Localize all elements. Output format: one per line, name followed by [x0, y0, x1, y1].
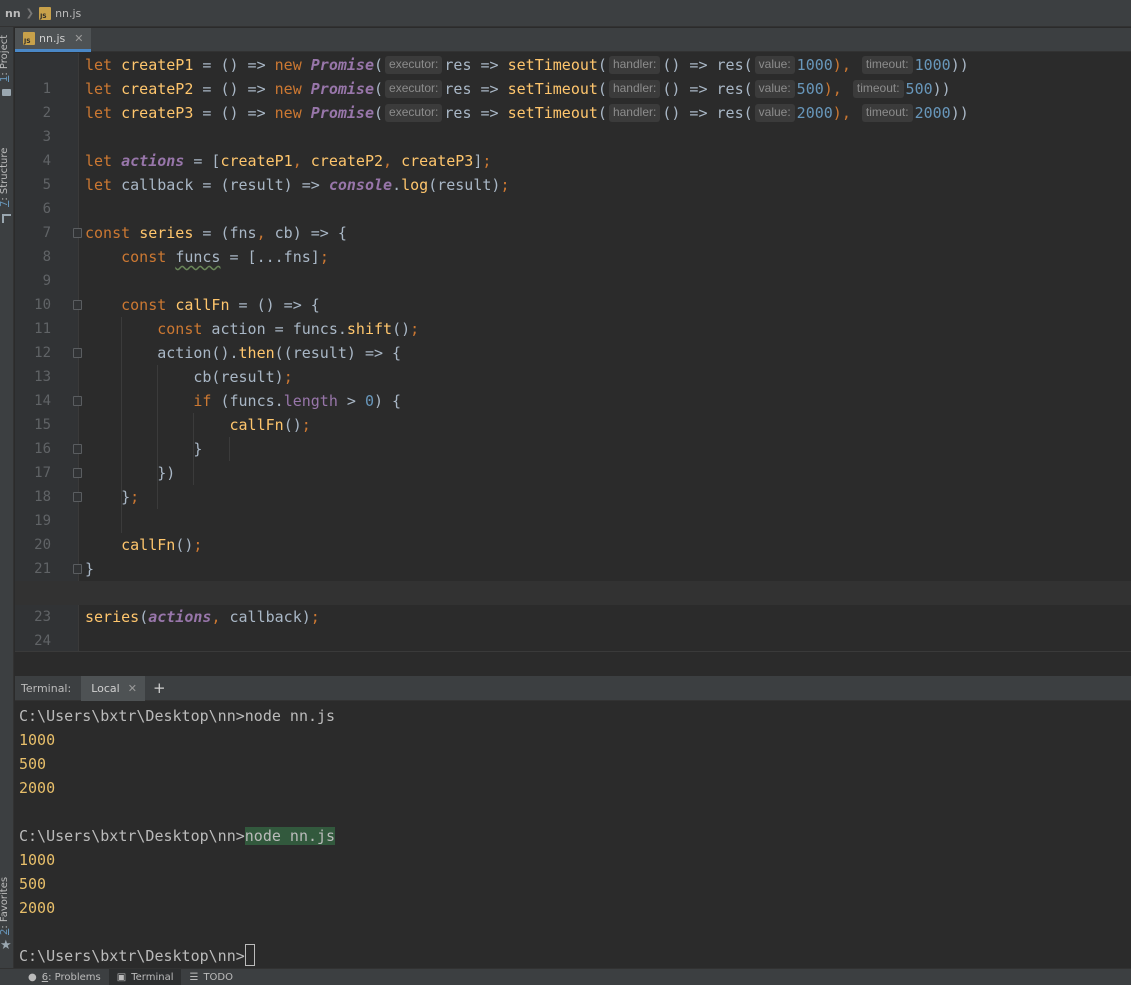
breadcrumb-file[interactable]: nn.js: [55, 7, 81, 20]
js-file-icon: [39, 6, 52, 20]
breadcrumb-separator-icon: ❯: [25, 7, 35, 19]
panel-splitter[interactable]: [15, 651, 1131, 675]
editor-tab-label: nn.js: [39, 32, 66, 45]
parameter-hint: timeout:: [861, 104, 913, 122]
terminal-output-line: 1000: [19, 731, 56, 749]
code-line: 13 action().then((result) => {: [34, 344, 402, 385]
code-line: 16 callFn();: [34, 416, 311, 457]
code-line: 15 if (funcs.length > 0) {: [34, 392, 402, 433]
parameter-hint: executor:: [385, 80, 443, 98]
code-line: 8 const series = (fns, cb) => {: [42, 224, 347, 265]
editor-tab-nn-js[interactable]: nn.js ✕: [15, 28, 92, 52]
project-tool-tab[interactable]: 1: Project: [0, 35, 10, 82]
parameter-hint: value:: [754, 104, 795, 122]
terminal-tool-button[interactable]: ▣ Terminal: [108, 968, 182, 985]
terminal-cursor: [244, 944, 255, 966]
parameter-hint: timeout:: [852, 80, 904, 98]
code-line: 4: [42, 153, 51, 169]
parameter-hint: handler:: [608, 56, 661, 74]
problems-icon: ●: [28, 971, 37, 983]
code-line: 12 const action = funcs.shift();: [34, 320, 420, 361]
code-line: 19 };: [34, 488, 140, 529]
terminal-tab-local[interactable]: Local ✕: [81, 675, 145, 701]
parameter-hint: timeout:: [861, 56, 913, 74]
terminal-output-line: 2000: [19, 779, 56, 797]
new-terminal-plus-icon[interactable]: +: [153, 679, 166, 697]
terminal-output[interactable]: C:\Users\bxtr\Desktop\nn>node nn.js 1000…: [15, 702, 1131, 968]
close-icon[interactable]: ✕: [74, 32, 83, 45]
code-line: 9 const funcs = [...fns];: [42, 248, 329, 289]
code-line: 3 let createP3 = () => new Promise(execu…: [42, 104, 969, 145]
fold-marker-icon[interactable]: [73, 348, 82, 358]
favorites-tool-tab[interactable]: 2: Favorites: [0, 877, 10, 935]
structure-tool-tab[interactable]: 7: Structure: [0, 148, 10, 207]
code-editor[interactable]: 1 let createP1 = () => new Promise(execu…: [15, 53, 1131, 651]
code-line: 20: [34, 537, 51, 553]
code-line: 7: [42, 225, 51, 241]
terminal-prompt: C:\Users\bxtr\Desktop\nn>node nn.js: [19, 827, 336, 845]
parameter-hint: executor:: [385, 104, 443, 122]
fold-marker-icon[interactable]: [73, 468, 82, 478]
highlighted-command: node nn.js: [244, 827, 336, 845]
problems-tool-button[interactable]: ● 6: Problems: [20, 969, 109, 985]
todo-list-icon: ☰: [189, 971, 199, 983]
fold-marker-icon[interactable]: [73, 396, 82, 406]
folder-icon: [2, 89, 11, 96]
terminal-title: Terminal:: [21, 681, 72, 695]
terminal-tab-label: Local: [91, 681, 120, 695]
parameter-hint: handler:: [608, 80, 661, 98]
terminal-header: Terminal: Local ✕ +: [15, 675, 1131, 701]
code-line: 24 series(actions, callback);: [34, 608, 320, 649]
code-line: 11 const callFn = () => {: [34, 296, 320, 337]
code-line: 22 }: [15, 557, 1131, 601]
code-line: 6 let callback = (result) => console.log…: [42, 176, 510, 217]
code-line: 17 }: [34, 440, 203, 481]
code-line: 1 let createP1 = () => new Promise(execu…: [42, 56, 969, 97]
fold-marker-icon[interactable]: [73, 300, 82, 310]
left-tool-stripe: 1: Project 7: Structure 2: Favorites ★: [0, 27, 14, 968]
tool-window-bar: ● 6: Problems ▣ Terminal ☰ TODO: [0, 968, 1131, 985]
js-file-icon: [23, 32, 35, 45]
fold-marker-icon[interactable]: [73, 444, 82, 454]
terminal-output-line: 500: [19, 755, 47, 773]
star-icon: ★: [0, 938, 12, 953]
navigation-bar: nn ❯ nn.js: [0, 0, 1131, 27]
parameter-hint: value:: [754, 56, 795, 74]
todo-tool-button[interactable]: ☰ TODO: [181, 969, 241, 985]
fold-marker-icon[interactable]: [73, 492, 82, 502]
terminal-icon: ▣: [116, 971, 127, 983]
terminal-output-line: 500: [19, 875, 47, 893]
code-line: 14 cb(result);: [34, 368, 293, 409]
terminal-output-line: 1000: [19, 851, 56, 869]
parameter-hint: value:: [754, 80, 795, 98]
fold-marker-icon[interactable]: [73, 228, 82, 238]
code-line: 21 callFn();: [34, 536, 203, 577]
code-line: 2 let createP2 = () => new Promise(execu…: [42, 80, 951, 121]
close-icon[interactable]: ✕: [128, 682, 137, 695]
structure-icon: [2, 214, 11, 223]
terminal-output-line: 2000: [19, 899, 56, 917]
code-line: 10: [34, 297, 51, 313]
parameter-hint: handler:: [608, 104, 661, 122]
code-area[interactable]: 1 let createP1 = () => new Promise(execu…: [15, 53, 1131, 651]
fold-marker-icon[interactable]: [73, 564, 82, 574]
editor-tab-bar: nn.js ✕: [15, 28, 1131, 52]
current-code-line: 23: [15, 581, 1131, 625]
code-line: 18 }): [34, 464, 176, 505]
terminal-prompt: C:\Users\bxtr\Desktop\nn>node nn.js: [19, 707, 336, 725]
code-line: 5 let actions = [createP1, createP2, cre…: [42, 152, 492, 193]
breadcrumb-project[interactable]: nn: [5, 7, 21, 20]
terminal-prompt[interactable]: C:\Users\bxtr\Desktop\nn>: [19, 944, 255, 968]
parameter-hint: executor:: [385, 56, 443, 74]
